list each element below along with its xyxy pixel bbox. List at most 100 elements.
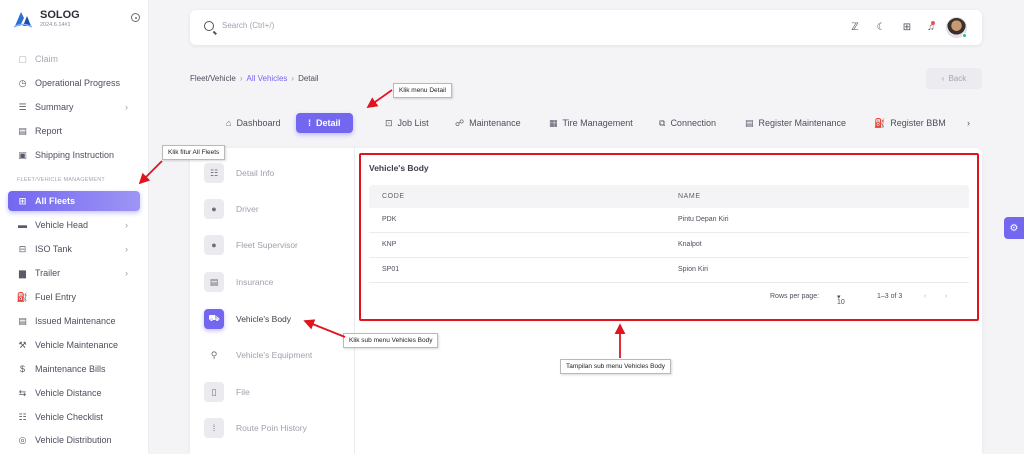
list-icon: ☰ — [18, 101, 27, 112]
search-input[interactable]: Search (Ctrl+/) — [222, 21, 274, 30]
tab-detail[interactable]: ⁞ Detail — [296, 113, 353, 133]
issued-icon: ▤ — [18, 315, 27, 326]
annotation-callout: Klik sub menu Vehicles Body — [343, 333, 439, 348]
sidebar-item-label: Vehicle Head — [35, 220, 89, 230]
sidebar-item-vehicle-distance[interactable]: ⇆ Vehicle Distance — [8, 383, 140, 403]
sidebar-item-maintenance-bills[interactable]: $ Maintenance Bills — [8, 359, 140, 379]
subnav-label: Vehicle's Body — [236, 314, 292, 324]
person-icon: ● — [204, 199, 224, 219]
sidebar-item-label: Trailer — [35, 268, 61, 278]
tab-register-maintenance[interactable]: ▤ Register Maintenance — [745, 113, 846, 133]
sidebar: SOLOG 2024.6.14#1 ▢ Claim ◷ Operational … — [0, 0, 149, 454]
sidebar-item-label: Vehicle Maintenance — [35, 340, 119, 350]
sidebar-item-label: Maintenance Bills — [35, 364, 106, 374]
sidebar-item-all-fleets[interactable]: ⊞ All Fleets — [8, 191, 140, 211]
subnav-detail-info[interactable]: ☷ Detail Info — [204, 162, 344, 184]
subnav-fleet-supervisor[interactable]: ● Fleet Supervisor — [204, 234, 344, 256]
info-icon: ☷ — [204, 163, 224, 183]
sidebar-item-label: Shipping Instruction — [35, 150, 115, 160]
sidebar-item-vehicle-head[interactable]: ▬ Vehicle Head › — [8, 215, 140, 235]
briefcase-icon: ⊡ — [385, 117, 393, 128]
subnav-label: Detail Info — [236, 168, 275, 178]
subnav-vehicles-body[interactable]: ⛟ Vehicle's Body — [204, 308, 344, 330]
tab-tire-management[interactable]: ▦ Tire Management — [549, 113, 633, 133]
car-body-icon: ⛟ — [204, 309, 224, 329]
subnav-label: Route Poin History — [236, 423, 307, 433]
chevron-right-icon: › — [125, 244, 128, 254]
home-icon: ⌂ — [226, 118, 232, 128]
chevron-left-icon: ‹ — [941, 74, 945, 83]
tab-dashboard[interactable]: ⌂ Dashboard — [226, 113, 280, 133]
sidebar-item-label: Issued Maintenance — [35, 316, 116, 326]
distance-icon: ⇆ — [18, 387, 27, 398]
supervisor-icon: ● — [204, 235, 224, 255]
sidebar-item-vehicle-checklist[interactable]: ☷ Vehicle Checklist — [8, 407, 140, 427]
search-icon[interactable] — [204, 21, 214, 31]
tab-label: Dashboard — [236, 118, 281, 128]
subnav-label: Insurance — [236, 277, 274, 287]
sidebar-item-label: All Fleets — [35, 196, 76, 206]
solog-logo-icon — [12, 8, 34, 30]
maintenance-icon: ⚒ — [18, 339, 27, 350]
breadcrumb-current: Detail — [298, 74, 319, 83]
vehicle-head-icon: ▬ — [18, 220, 27, 230]
subnav-vehicles-equipment[interactable]: ⚲ Vehicle's Equipment — [204, 344, 344, 366]
subnav-label: Fleet Supervisor — [236, 240, 298, 250]
back-button[interactable]: ‹ Back — [926, 68, 982, 89]
distribution-icon: ◎ — [18, 434, 27, 445]
chevron-right-icon: › — [125, 220, 128, 230]
report-icon: ▤ — [18, 125, 27, 136]
online-status-dot — [962, 33, 967, 38]
sidebar-item-issued-maintenance[interactable]: ▤ Issued Maintenance — [8, 311, 140, 331]
subnav-route-poin-history[interactable]: ⁞ Route Poin History — [204, 417, 344, 439]
subnav-label: File — [236, 387, 250, 397]
theme-icon[interactable]: ☾ — [874, 20, 888, 34]
brand[interactable]: SOLOG 2024.6.14#1 — [12, 8, 80, 30]
sidebar-item-vehicle-distribution[interactable]: ◎ Vehicle Distribution — [8, 430, 140, 450]
tab-maintenance[interactable]: ☍ Maintenance — [455, 113, 521, 133]
annotation-callout: Klik menu Detail — [393, 83, 452, 98]
subnav-insurance[interactable]: ▤ Insurance — [204, 271, 344, 293]
breadcrumb: Fleet/Vehicle › All Vehicles › Detail — [190, 74, 319, 83]
fuel-pump-icon: ⛽ — [874, 117, 886, 128]
tab-label: Connection — [670, 118, 716, 128]
sidebar-item-iso-tank[interactable]: ⊟ ISO Tank › — [8, 239, 140, 259]
connection-icon: ⧉ — [659, 117, 666, 128]
chevron-right-icon: › — [125, 268, 128, 278]
sidebar-toggle-icon[interactable] — [131, 13, 140, 22]
sidebar-item-label: Summary — [35, 102, 74, 112]
fuel-icon: ⛽ — [16, 291, 29, 302]
sidebar-item-claim[interactable]: ▢ Claim — [8, 49, 140, 69]
breadcrumb-root[interactable]: Fleet/Vehicle — [190, 74, 236, 83]
sidebar-item-label: ISO Tank — [35, 244, 72, 254]
tank-icon: ⊟ — [18, 243, 27, 254]
sidebar-item-label: Vehicle Distribution — [35, 435, 112, 445]
sidebar-item-trailer[interactable]: ▆ Trailer › — [8, 263, 140, 283]
breadcrumb-separator: › — [239, 74, 243, 83]
subnav-file[interactable]: ▯ File — [204, 381, 344, 403]
tab-register-bbm[interactable]: ⛽ Register BBM — [874, 113, 946, 133]
instruction-icon: ▣ — [18, 149, 27, 160]
sidebar-item-summary[interactable]: ☰ Summary › — [8, 97, 140, 117]
chevron-right-icon: › — [125, 102, 128, 112]
translate-icon[interactable]: ℤ — [848, 20, 862, 34]
insurance-icon: ▤ — [204, 272, 224, 292]
tab-connection[interactable]: ⧉ Connection — [659, 113, 716, 133]
subnav-driver[interactable]: ● Driver — [204, 198, 344, 220]
tab-label: Maintenance — [469, 118, 521, 128]
sidebar-item-report[interactable]: ▤ Report — [8, 121, 140, 141]
sidebar-item-fuel-entry[interactable]: ⛽ Fuel Entry — [8, 287, 140, 307]
shortcuts-icon[interactable]: ⊞ — [900, 20, 914, 34]
sidebar-item-operational-progress[interactable]: ◷ Operational Progress — [8, 73, 140, 93]
breadcrumb-separator: › — [291, 74, 295, 83]
sidebar-item-shipping-instruction[interactable]: ▣ Shipping Instruction — [8, 145, 140, 165]
sidebar-item-label: Fuel Entry — [35, 292, 77, 302]
top-navbar: Search (Ctrl+/) ℤ ☾ ⊞ ♫ — [190, 10, 982, 45]
tabs-scroll-right-icon[interactable]: › — [967, 113, 970, 133]
tab-label: Register Maintenance — [758, 118, 847, 128]
breadcrumb-all-vehicles[interactable]: All Vehicles — [246, 74, 287, 83]
sidebar-item-label: Vehicle Checklist — [35, 412, 104, 422]
sidebar-item-vehicle-maintenance[interactable]: ⚒ Vehicle Maintenance — [8, 335, 140, 355]
settings-gear-icon[interactable]: ⚙ — [1004, 217, 1024, 239]
tab-job-list[interactable]: ⊡ Job List — [385, 113, 429, 133]
